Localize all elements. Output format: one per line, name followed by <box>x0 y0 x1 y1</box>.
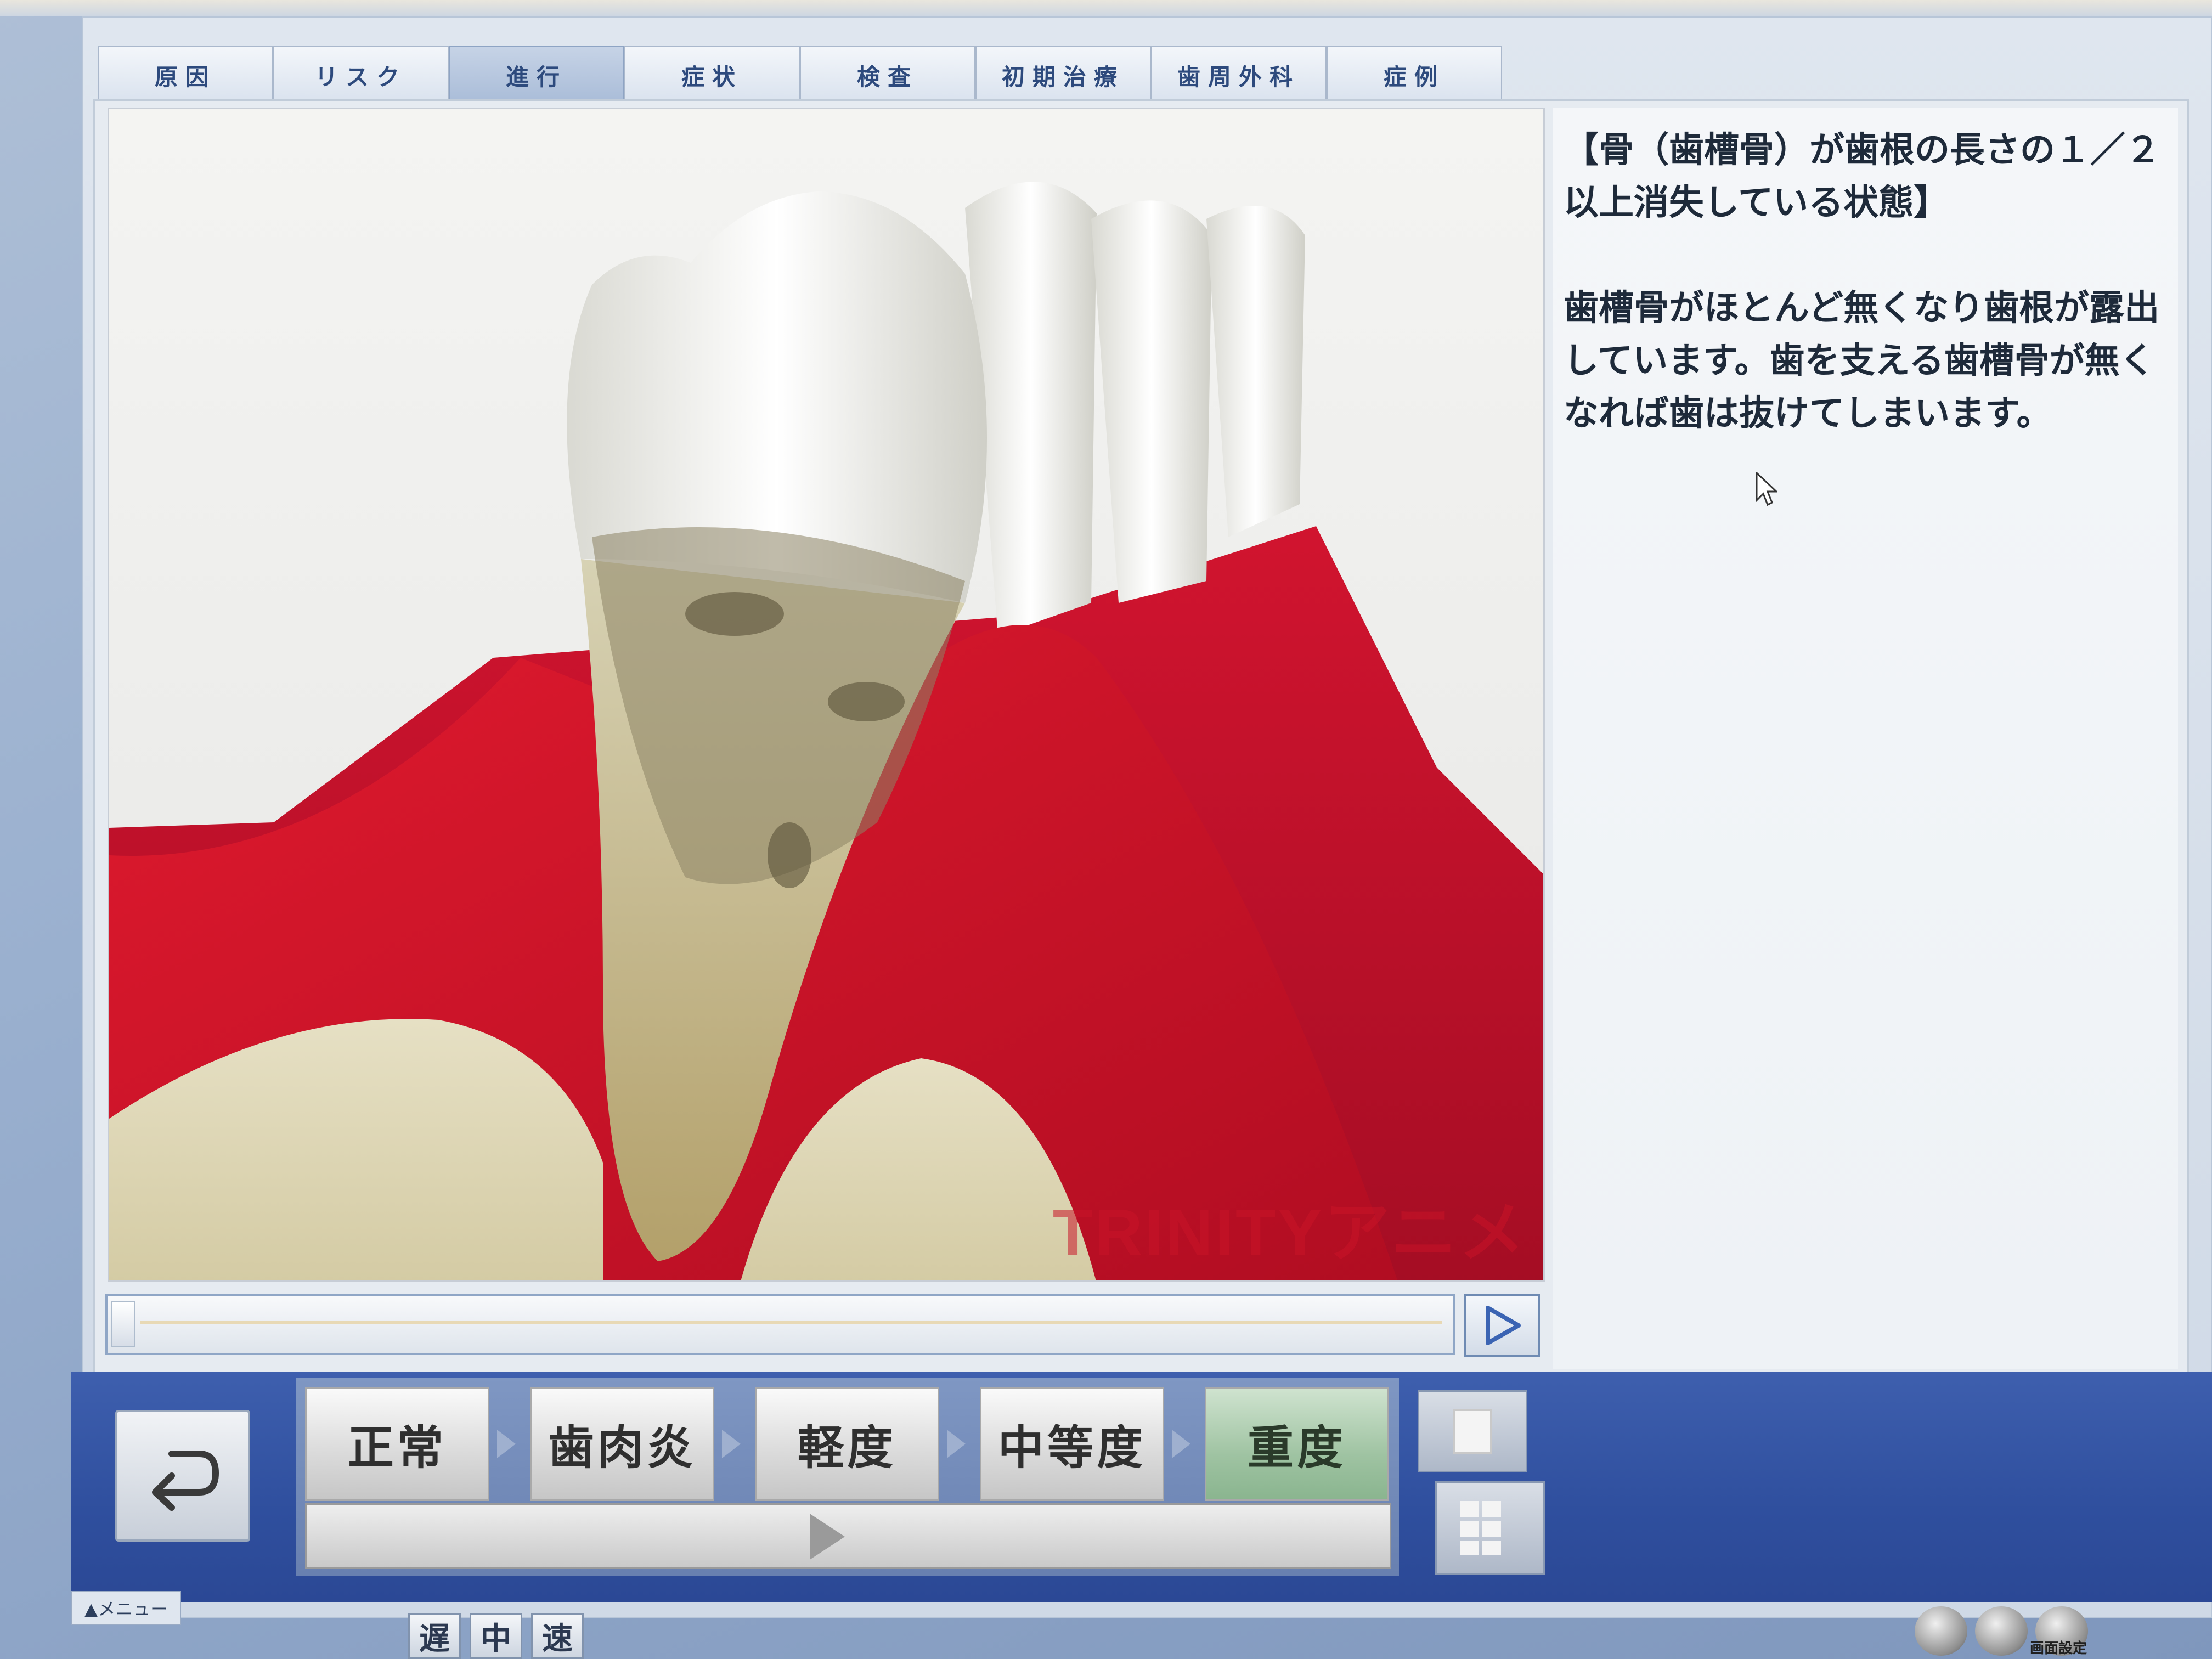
tab-examination[interactable]: 検査 <box>800 46 975 103</box>
screen-settings-label: 画面設定 <box>2030 1640 2087 1657</box>
stage-arrow-icon <box>947 1430 966 1458</box>
tooth-illustration-svg <box>109 182 1543 1280</box>
description-heading: 【骨（歯槽骨）が歯根の長さの１／２以上消失している状態】 <box>1564 130 2160 223</box>
seek-track <box>140 1321 1442 1324</box>
speed-fast-button[interactable]: 速 <box>531 1613 584 1659</box>
tab-bar: 原因 リスク 進行 症状 検査 初期治療 歯周外科 症例 <box>98 46 1502 103</box>
watermark: TRINITYアニメ <box>1052 1196 1527 1269</box>
camera-icon[interactable] <box>1975 1606 2028 1656</box>
single-view-button[interactable] <box>1418 1390 1527 1472</box>
stage-button-mild[interactable]: 軽度 <box>755 1387 939 1501</box>
grid-view-button[interactable] <box>1435 1481 1545 1575</box>
stage-button-severe[interactable]: 重度 <box>1205 1387 1389 1501</box>
pencil-tool-icon[interactable] <box>1915 1606 1967 1656</box>
stage-arrow-icon <box>497 1430 516 1458</box>
speed-controls: 遅 中 速 <box>408 1613 592 1659</box>
back-button[interactable] <box>115 1410 250 1542</box>
stage-slider-thumb[interactable] <box>809 1514 845 1560</box>
tab-periodontal-surgery[interactable]: 歯周外科 <box>1151 46 1327 103</box>
stage-button-moderate[interactable]: 中等度 <box>980 1387 1164 1501</box>
play-icon <box>1486 1306 1521 1345</box>
tab-initial-treatment[interactable]: 初期治療 <box>975 46 1151 103</box>
speed-medium-button[interactable]: 中 <box>470 1613 522 1659</box>
return-arrow-icon <box>152 1451 219 1511</box>
menu-tab[interactable]: ▲メニュー <box>71 1591 181 1625</box>
back-tooth-3 <box>1206 206 1305 537</box>
stage-arrow-icon <box>1172 1430 1190 1458</box>
stage-button-gingivitis[interactable]: 歯肉炎 <box>530 1387 714 1501</box>
play-button[interactable] <box>1464 1294 1541 1357</box>
stage-button-normal[interactable]: 正常 <box>305 1387 489 1501</box>
grid-view-icon <box>1460 1501 1501 1555</box>
description-body: 歯槽骨がほとんど無くなり歯根が露出しています。歯を支える歯槽骨が無くなれば歯は抜… <box>1564 288 2160 434</box>
tab-symptoms[interactable]: 症状 <box>624 46 800 103</box>
tab-progression[interactable]: 進行 <box>449 46 624 103</box>
monitor-bezel <box>0 0 2212 16</box>
back-tooth-2 <box>1091 200 1212 603</box>
seek-thumb[interactable] <box>111 1301 135 1347</box>
tab-cases[interactable]: 症例 <box>1327 46 1502 103</box>
tooth-illustration: TRINITYアニメ <box>108 108 1545 1282</box>
playback-seek-bar[interactable] <box>105 1294 1455 1355</box>
tab-risk[interactable]: リスク <box>273 46 449 103</box>
stage-slider[interactable] <box>305 1503 1391 1569</box>
stage-arrow-icon <box>722 1430 741 1458</box>
single-view-icon <box>1453 1409 1492 1454</box>
tab-cause[interactable]: 原因 <box>98 46 273 103</box>
description-panel: 【骨（歯槽骨）が歯根の長さの１／２以上消失している状態】 歯槽骨がほとんど無くな… <box>1553 108 2178 1369</box>
mouse-cursor-icon <box>1756 472 1778 506</box>
speed-slow-button[interactable]: 遅 <box>408 1613 461 1659</box>
